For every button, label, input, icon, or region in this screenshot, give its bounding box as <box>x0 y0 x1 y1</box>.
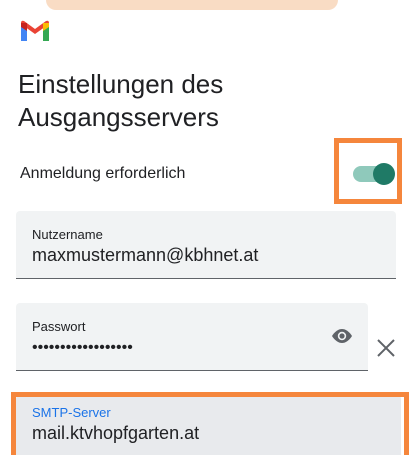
password-field[interactable]: Passwort •••••••••••••••••• <box>16 303 368 371</box>
username-value: maxmustermann@kbhnet.at <box>32 245 259 265</box>
username-field[interactable]: Nutzername maxmustermann@kbhnet.at <box>16 211 396 279</box>
password-value: •••••••••••••••••• <box>32 339 133 356</box>
page-title: Einstellungen des Ausgangsservers <box>18 69 224 132</box>
username-label: Nutzername <box>32 227 103 242</box>
top-highlight-strip <box>46 0 338 10</box>
login-required-label: Anmeldung erforderlich <box>20 165 186 182</box>
password-label: Passwort <box>32 319 86 334</box>
smtp-highlight-box <box>11 392 409 455</box>
close-icon[interactable] <box>376 338 396 358</box>
username-underline <box>16 278 396 279</box>
gmail-logo-icon <box>21 20 49 41</box>
toggle-thumb <box>373 163 395 185</box>
eye-icon[interactable] <box>330 327 354 345</box>
password-underline <box>16 370 368 371</box>
login-required-toggle[interactable] <box>353 163 395 185</box>
